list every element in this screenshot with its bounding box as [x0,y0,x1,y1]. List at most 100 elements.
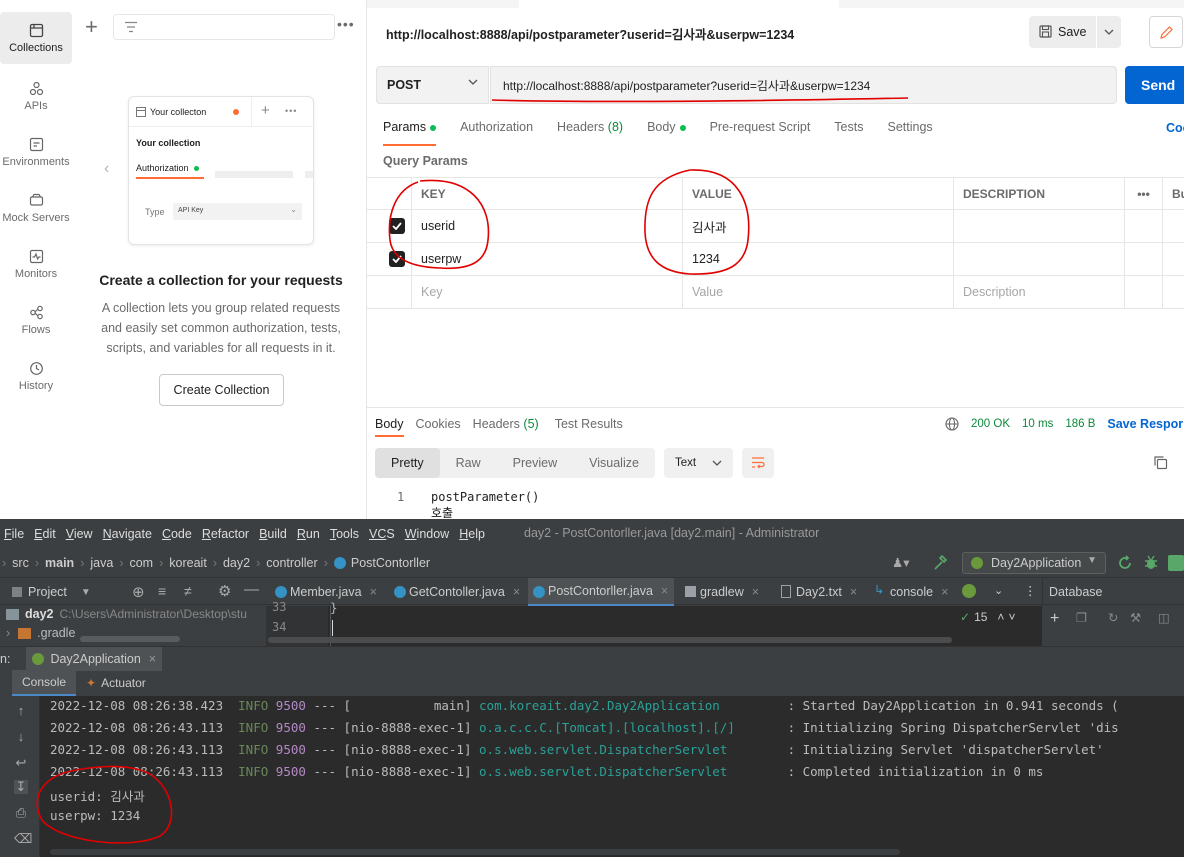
menu-run[interactable]: Run [297,527,320,541]
format-preview[interactable]: Preview [497,448,573,478]
send-button[interactable]: Send [1125,66,1184,104]
arrow-up-icon[interactable]: ˄ [997,610,1004,624]
edit-button[interactable] [1149,16,1183,48]
trash-icon[interactable]: ⌫ [14,832,32,846]
nav-mock-servers[interactable]: Mock Servers [0,182,72,234]
url-input[interactable]: http://localhost:8888/api/postparameter?… [490,66,1117,104]
menu-refactor[interactable]: Refactor [202,527,249,541]
tab-headers[interactable]: Headers (8) [557,120,623,140]
bulk-edit-link[interactable]: Bu [1162,178,1184,209]
code-editor[interactable]: 33 34 } ✓ 15 ˄ ˅ [266,600,1042,646]
project-tool-tab[interactable]: Project ▼ ⊕ ≡ ≠ ⚙ — [0,578,266,606]
menu-help[interactable]: Help [459,527,485,541]
format-raw[interactable]: Raw [440,448,497,478]
globe-icon[interactable] [945,417,959,431]
tab-day2-txt[interactable]: Day2.txt × [776,578,866,606]
description-placeholder[interactable]: Description [953,276,1124,308]
close-icon[interactable]: × [370,585,377,599]
tab-authorization[interactable]: Authorization [460,120,533,140]
database-icon[interactable]: ◫ [1158,610,1170,625]
tab-getcontoller-java[interactable]: GetContoller.java × [389,578,523,606]
response-time[interactable]: 10 ms [1022,418,1053,430]
user-icon[interactable]: ♟▾ [892,555,909,570]
nav-collections[interactable]: Collections [0,12,72,64]
tree-item[interactable]: › .gradle [6,626,75,640]
locate-icon[interactable]: ⊕ [132,583,145,601]
tab-actuator[interactable]: ✦ Actuator [76,670,156,696]
breadcrumb-item[interactable]: src [12,556,29,570]
breadcrumb-item[interactable]: koreait [169,556,207,570]
param-key[interactable]: userid [411,210,682,242]
console-output[interactable]: 2022-12-08 08:26:38.423 INFO 9500 --- [ … [40,696,1184,857]
close-icon[interactable]: × [661,584,668,598]
copy-icon[interactable] [1153,455,1168,473]
save-button[interactable]: Save [1029,16,1121,48]
refresh-icon[interactable]: ↻ [1108,610,1118,625]
horizontal-scrollbar[interactable] [268,637,952,643]
active-request-tab[interactable] [519,0,839,8]
arrow-down-icon[interactable]: ↓ [14,730,28,744]
breadcrumb-item[interactable]: java [90,556,113,570]
param-checkbox[interactable] [389,218,405,234]
arrow-up-icon[interactable]: ↑ [14,704,28,718]
param-key[interactable]: userpw [411,243,682,275]
nav-apis[interactable]: APIs [0,70,72,122]
breadcrumb-item[interactable]: PostContorller [351,556,430,570]
response-tab-cookies[interactable]: Cookies [416,417,461,431]
column-options-icon[interactable]: ••• [1124,178,1162,209]
tab-settings[interactable]: Settings [887,120,932,140]
debug-icon[interactable] [1143,554,1159,571]
project-root[interactable]: day2 C:\Users\Administrator\Desktop\stu [6,607,247,621]
format-visualize[interactable]: Visualize [573,448,655,478]
chevron-left-icon[interactable]: ‹ [104,160,109,178]
hide-icon[interactable]: — [244,581,259,598]
expand-all-icon[interactable]: ≠ [184,583,192,599]
menu-edit[interactable]: Edit [34,527,56,541]
format-pretty[interactable]: Pretty [375,448,440,478]
inspection-widget[interactable]: ✓ 15 ˄ ˅ [960,610,1015,624]
menu-navigate[interactable]: Navigate [103,527,152,541]
new-collection-plus-icon[interactable]: + [85,16,98,38]
param-description[interactable] [953,243,1124,275]
close-icon[interactable]: × [513,585,520,599]
run-coverage-icon[interactable] [1168,555,1184,571]
hammer-icon[interactable] [933,555,949,571]
param-checkbox[interactable] [389,251,405,267]
response-type-select[interactable]: Text [664,448,733,478]
tab-postcontorller-java[interactable]: PostContorller.java × [528,578,674,606]
wrench-icon[interactable]: ⚒ [1130,610,1141,625]
arrow-down-icon[interactable]: ˅ [1008,610,1015,624]
print-icon[interactable]: ⎙ [14,806,28,820]
status-code[interactable]: 200 OK [971,418,1010,430]
collapse-all-icon[interactable]: ≡ [158,583,166,599]
menu-window[interactable]: Window [405,527,449,541]
filter-input[interactable] [113,14,335,40]
menu-vcs[interactable]: VCS [369,527,395,541]
close-icon[interactable]: × [149,652,156,666]
value-placeholder[interactable]: Value [682,276,953,308]
save-response-button[interactable]: Save Respor [1107,417,1183,431]
nav-history[interactable]: History [0,350,72,402]
menu-tools[interactable]: Tools [330,527,359,541]
nav-environments[interactable]: Environments [0,126,72,178]
tab-tests[interactable]: Tests [834,120,863,140]
response-tab-body[interactable]: Body [375,417,404,437]
menu-file[interactable]: File [4,527,24,541]
copy-icon[interactable]: ❐ [1076,610,1087,625]
param-description[interactable] [953,210,1124,242]
tab-gradlew[interactable]: gradlew × [680,578,770,606]
tab-console-output[interactable]: Console [12,670,77,696]
add-icon[interactable]: + [1050,610,1059,628]
create-collection-button[interactable]: Create Collection [159,374,284,406]
breadcrumb-item[interactable]: day2 [223,556,250,570]
close-icon[interactable]: × [941,585,948,599]
tab-body[interactable]: Body [647,120,686,140]
menu-view[interactable]: View [66,527,93,541]
response-tab-headers[interactable]: Headers (5) [473,417,539,431]
param-value[interactable]: 김사과 [682,210,953,242]
close-icon[interactable]: × [850,585,857,599]
breadcrumb-item[interactable]: controller [266,556,317,570]
menu-code[interactable]: Code [162,527,192,541]
method-select[interactable]: POST [376,66,489,104]
more-vertical-icon[interactable]: ⋮ [1024,583,1037,598]
